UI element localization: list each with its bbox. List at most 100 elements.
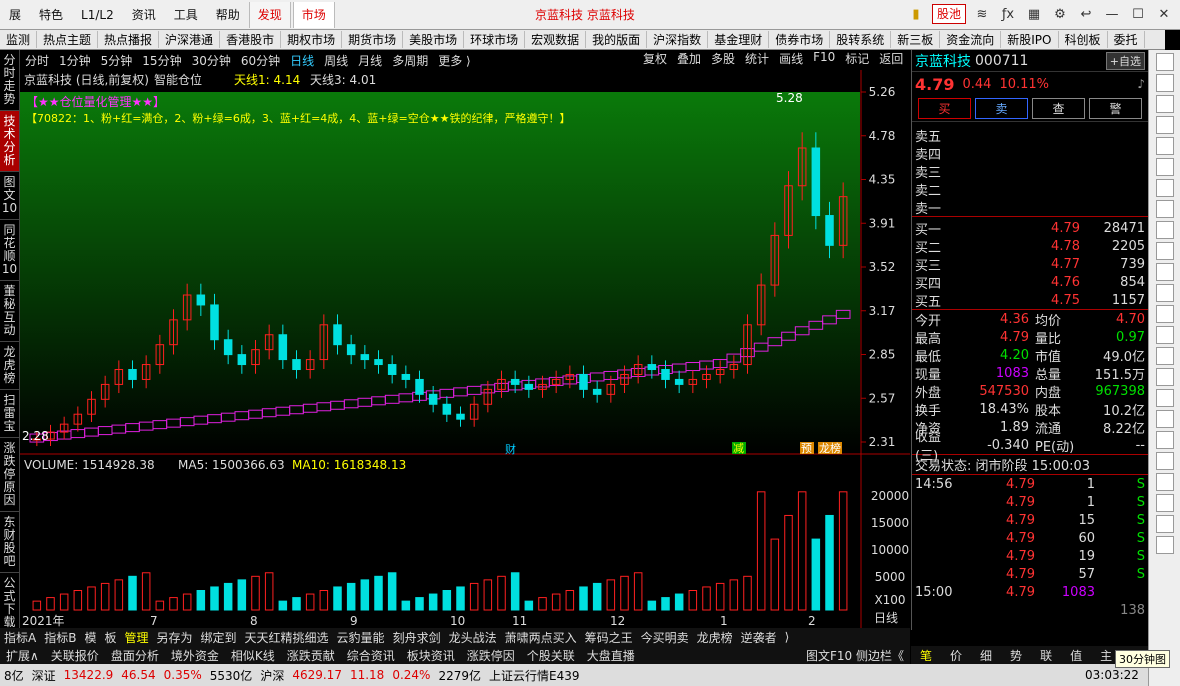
toolbar-right-4[interactable]: 画线 <box>774 50 808 67</box>
leftbar-item[interactable]: 技术分析 <box>0 111 19 172</box>
quote-tab[interactable]: 联 <box>1031 647 1061 664</box>
bar-icon[interactable] <box>1155 221 1174 239</box>
sell-button[interactable]: 卖 <box>975 98 1028 119</box>
doc-icon[interactable] <box>1155 284 1174 302</box>
menu-item[interactable]: 展 <box>0 0 30 30</box>
indicator-tab[interactable]: 筹码之王 <box>581 629 637 646</box>
leftbar-item[interactable]: 公式下载 <box>0 573 19 634</box>
indicator-tab[interactable]: 刻舟求剑 <box>389 629 445 646</box>
indicator-tab[interactable]: 指标B <box>40 629 80 646</box>
maximize-icon[interactable]: ☐ <box>1128 4 1148 24</box>
arrow-left-icon[interactable] <box>1155 53 1174 71</box>
tab-market[interactable]: 市场 <box>292 2 335 28</box>
indicator-tab[interactable]: 逆袭者 <box>737 629 781 646</box>
tile-icon[interactable] <box>1155 137 1174 155</box>
quote-tab[interactable]: 笔 <box>911 647 941 664</box>
nav-item[interactable]: 美股市场 <box>403 31 465 48</box>
leftbar-item[interactable]: 东财股吧 <box>0 512 19 573</box>
indicator-tab[interactable]: 绑定到 <box>197 629 241 646</box>
query-button[interactable]: 查 <box>1032 98 1085 119</box>
back-icon[interactable]: ↩ <box>1076 4 1096 24</box>
indicator-tab[interactable]: 龙头战法 <box>445 629 501 646</box>
sidebar-toggle[interactable]: 图文F10 侧边栏《 <box>800 647 910 664</box>
toolbar-right-3[interactable]: 统计 <box>740 50 774 67</box>
toolbar-right-6[interactable]: 标记 <box>840 50 874 67</box>
stock-pool-button[interactable]: 股池 <box>931 4 966 24</box>
f5-icon[interactable] <box>1155 515 1174 533</box>
leftbar-item[interactable]: 图文10 <box>0 172 19 220</box>
indicator-tab[interactable]: ⟩ <box>781 630 794 644</box>
extension-tab[interactable]: 盘面分析 <box>105 647 165 664</box>
kline-chart[interactable]: 京蓝科技 (日线,前复权) 智能仓位 天线1: 4.14 天线3: 4.01 【… <box>20 70 910 630</box>
fiz-icon[interactable] <box>1155 326 1174 344</box>
extension-tab[interactable]: 扩展∧ <box>0 647 45 664</box>
grid-icon[interactable] <box>1155 368 1174 386</box>
pen-icon[interactable] <box>1155 494 1174 512</box>
menu-item[interactable]: 帮助 <box>207 0 249 30</box>
arrow-down-icon[interactable] <box>1155 116 1174 134</box>
period-4[interactable]: 30分钟 <box>187 52 236 69</box>
nav-item[interactable]: 新三板 <box>891 31 941 48</box>
arrow-up-icon[interactable] <box>1155 74 1174 92</box>
smart-position[interactable]: 智能仓位 <box>154 72 202 87</box>
indicator-tab[interactable]: 天天红精挑细选 <box>241 629 333 646</box>
nav-item[interactable]: 我的版面 <box>586 31 648 48</box>
menu-item[interactable]: L1/L2 <box>72 0 123 30</box>
period-1[interactable]: 1分钟 <box>54 52 96 69</box>
line-icon[interactable] <box>1155 200 1174 218</box>
nav-item[interactable]: 期权市场 <box>281 31 343 48</box>
nav-item[interactable]: 热点主题 <box>37 31 99 48</box>
quote-tab[interactable]: 值 <box>1061 647 1091 664</box>
nav-item[interactable]: 宏观数据 <box>525 31 587 48</box>
leftbar-item[interactable]: 分时走势 <box>0 50 19 111</box>
nav-item[interactable]: 环球市场 <box>464 31 526 48</box>
indicator-tab[interactable]: 模 <box>80 629 100 646</box>
grid-icon[interactable]: ▦ <box>1024 4 1044 24</box>
nav-item[interactable]: 期货市场 <box>342 31 404 48</box>
extension-tab[interactable]: 综合资讯 <box>341 647 401 664</box>
extension-tab[interactable]: 境外资金 <box>165 647 225 664</box>
leftbar-item[interactable]: 涨跌停原因 <box>0 438 19 512</box>
leftbar-item[interactable]: 龙虎榜 <box>0 342 19 390</box>
period-10[interactable]: 更多 ⟩ <box>433 52 476 69</box>
indicator-tab[interactable]: 管理 <box>120 629 152 646</box>
period-0[interactable]: 分时 <box>20 52 54 69</box>
table-icon[interactable] <box>1155 158 1174 176</box>
indicator-tab[interactable]: 指标A <box>0 629 40 646</box>
f10-icon[interactable] <box>1155 263 1174 281</box>
mark-jian[interactable]: 减 <box>733 442 744 455</box>
menu-item[interactable]: 工具 <box>165 0 207 30</box>
period-5[interactable]: 60分钟 <box>236 52 285 69</box>
toolbar-right-2[interactable]: 多股 <box>706 50 740 67</box>
toolbar-right-0[interactable]: 复权 <box>638 50 672 67</box>
nav-item[interactable]: 热点播报 <box>98 31 160 48</box>
mark-cai[interactable]: 财 <box>505 442 516 456</box>
mark-yu[interactable]: 预 <box>801 442 812 455</box>
indicator-tab[interactable]: 萧啸两点买入 <box>501 629 581 646</box>
plus-icon[interactable] <box>1155 536 1174 554</box>
nav-item[interactable]: 基金理财 <box>708 31 770 48</box>
nav-item[interactable]: 沪深港通 <box>159 31 221 48</box>
f9-icon[interactable] <box>1155 389 1174 407</box>
nav-item[interactable]: 股转系统 <box>830 31 892 48</box>
box-icon[interactable] <box>1155 305 1174 323</box>
list-icon[interactable] <box>1155 179 1174 197</box>
period-8[interactable]: 月线 <box>353 52 387 69</box>
period-7[interactable]: 周线 <box>319 52 353 69</box>
move-icon[interactable] <box>1155 473 1174 491</box>
extension-tab[interactable]: 涨跌贡献 <box>281 647 341 664</box>
extension-tab[interactable]: 大盘直播 <box>581 647 641 664</box>
minimize-icon[interactable]: — <box>1102 4 1122 24</box>
extension-tab[interactable]: 关联报价 <box>45 647 105 664</box>
nav-item[interactable]: 香港股市 <box>220 31 282 48</box>
chart-icon[interactable] <box>1155 347 1174 365</box>
leftbar-item[interactable]: 同花顺10 <box>0 220 19 281</box>
arrow-up-2-icon[interactable] <box>1155 95 1174 113</box>
nav-item[interactable]: 资金流向 <box>940 31 1002 48</box>
toolbar-right-7[interactable]: 返回 <box>874 50 908 67</box>
toolbar-right-1[interactable]: 叠加 <box>672 50 706 67</box>
quote-tab[interactable]: 细 <box>971 647 1001 664</box>
menu-item[interactable]: 资讯 <box>123 0 165 30</box>
indicator-tab[interactable]: 龙虎榜 <box>693 629 737 646</box>
formula-icon[interactable]: ƒx <box>998 4 1018 24</box>
